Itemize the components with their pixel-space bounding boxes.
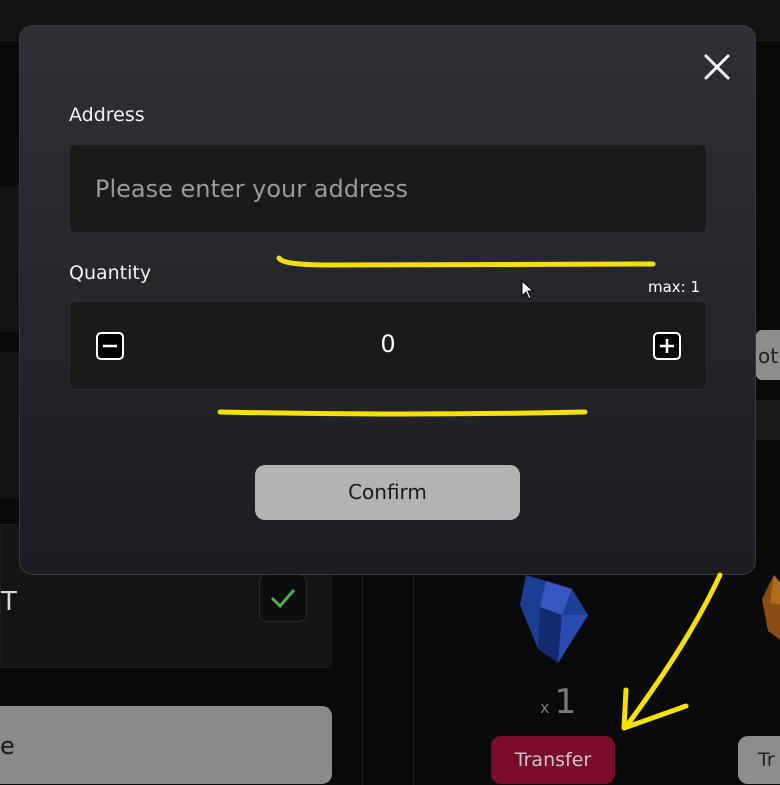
quantity-value-display[interactable]: 0 (70, 330, 706, 358)
close-button[interactable] (700, 50, 734, 84)
select-checkbox[interactable] (259, 574, 307, 622)
transfer-button-next[interactable]: Tr (738, 736, 780, 784)
left-panel-fragment (0, 186, 20, 332)
left-panel-fragment-lower (0, 352, 20, 498)
transfer-modal: Address Quantity max: 1 0 Confirm (19, 25, 756, 575)
left-action-button-label: e (0, 732, 15, 760)
column-divider (413, 575, 414, 785)
quantity-stepper: 0 (69, 301, 707, 390)
right-tab-button[interactable]: ot (756, 330, 780, 380)
plus-icon (655, 334, 679, 358)
quantity-value: 1 (554, 682, 577, 722)
check-icon (270, 589, 296, 609)
quantity-label: Quantity (69, 262, 152, 284)
address-input[interactable] (69, 144, 707, 233)
item-quantity: x 1 (540, 682, 576, 722)
arrow-head (621, 687, 689, 731)
confirm-button[interactable]: Confirm (255, 465, 520, 520)
close-icon (704, 54, 730, 80)
gem-icon (762, 575, 780, 640)
nft-row-text: T (1, 587, 17, 617)
transfer-button[interactable]: Transfer (491, 736, 615, 784)
left-action-button[interactable]: e (0, 706, 332, 784)
arrow-shaft (625, 572, 723, 727)
increment-button[interactable] (653, 332, 681, 360)
right-panel-fragment (756, 400, 780, 440)
gem-icon (520, 575, 588, 663)
right-tab-label: ot (758, 344, 779, 368)
max-quantity-label: max: 1 (647, 278, 700, 296)
column-divider (362, 575, 363, 785)
address-label: Address (69, 104, 145, 126)
quantity-prefix: x (540, 698, 550, 717)
mouse-cursor-icon (521, 280, 535, 300)
